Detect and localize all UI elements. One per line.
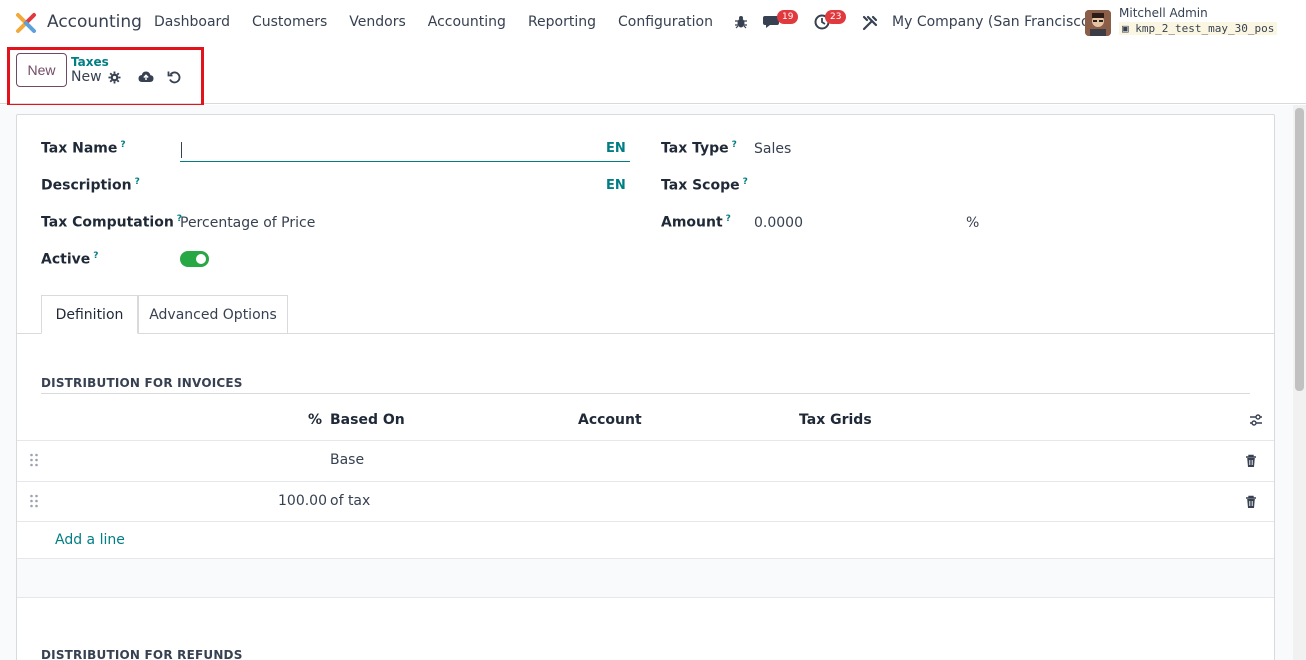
add-line-link[interactable]: Add a line (55, 532, 125, 548)
table-footer (17, 559, 1274, 597)
accounting-app-icon[interactable] (15, 12, 37, 34)
scrollbar-thumb[interactable] (1295, 108, 1304, 391)
table-row-divider (17, 597, 1274, 598)
menu-customers[interactable]: Customers (241, 14, 338, 30)
column-settings-icon[interactable] (1249, 413, 1263, 427)
tax-scope-label-text: Tax Scope (661, 177, 740, 194)
tab-definition[interactable]: Definition (41, 295, 138, 334)
description-label-text: Description (41, 177, 132, 194)
menu-reporting[interactable]: Reporting (517, 14, 607, 30)
invoices-section-title: DISTRIBUTION FOR INVOICES (41, 376, 243, 390)
active-toggle[interactable] (180, 251, 209, 267)
menu-dashboard[interactable]: Dashboard (143, 14, 241, 30)
help-icon[interactable]: ? (732, 140, 737, 150)
help-icon[interactable]: ? (135, 177, 140, 187)
text-cursor (181, 142, 182, 158)
tax-name-lang-button[interactable]: EN (606, 141, 626, 156)
messages-badge: 19 (777, 10, 799, 24)
cell-based-on[interactable]: Base (330, 452, 364, 468)
main-menu: Dashboard Customers Vendors Accounting R… (143, 14, 724, 30)
drag-handle-icon[interactable] (29, 453, 39, 467)
tax-computation-label-text: Tax Computation (41, 214, 174, 231)
menu-vendors[interactable]: Vendors (338, 14, 416, 30)
menu-accounting[interactable]: Accounting (417, 14, 517, 30)
column-tax-grids[interactable]: Tax Grids (799, 412, 872, 428)
tax-scope-select[interactable] (754, 172, 1234, 198)
tab-advanced-options[interactable]: Advanced Options (138, 295, 288, 334)
amount-label: Amount? (661, 214, 731, 231)
bug-icon[interactable] (734, 15, 748, 29)
help-icon[interactable]: ? (743, 177, 748, 187)
user-name[interactable]: Mitchell Admin (1119, 6, 1208, 20)
help-icon[interactable]: ? (93, 251, 98, 261)
tax-computation-select[interactable]: Percentage of Price (180, 215, 315, 231)
help-icon[interactable]: ? (726, 214, 731, 224)
tax-name-label-text: Tax Name (41, 140, 118, 157)
refunds-section-title: DISTRIBUTION FOR REFUNDS (41, 648, 243, 660)
cell-based-on[interactable]: of tax (330, 493, 370, 509)
tax-name-input[interactable] (180, 140, 630, 162)
database-label: kmp_2_test_may_30_pos (1135, 22, 1275, 35)
active-label: Active? (41, 251, 98, 268)
tax-type-label: Tax Type? (661, 140, 737, 157)
drag-handle-icon[interactable] (29, 494, 39, 508)
company-switcher[interactable]: My Company (San Francisco) (892, 14, 1095, 30)
amount-label-text: Amount (661, 214, 723, 231)
amount-input[interactable]: 0.0000 (754, 215, 803, 231)
column-based-on[interactable]: Based On (330, 412, 405, 428)
amount-unit: % (966, 215, 980, 231)
trash-icon[interactable] (1245, 495, 1257, 509)
tax-computation-label: Tax Computation? (41, 214, 182, 231)
top-navbar: Accounting Dashboard Customers Vendors A… (0, 0, 1306, 46)
database-name: ▣ kmp_2_test_may_30_pos (1119, 22, 1278, 35)
table-row-divider (17, 521, 1274, 522)
tax-type-label-text: Tax Type (661, 140, 729, 157)
column-account[interactable]: Account (578, 412, 642, 428)
table-row[interactable] (17, 441, 1274, 481)
table-row[interactable] (17, 482, 1274, 522)
activities-badge: 23 (825, 10, 847, 24)
tax-type-select[interactable]: Sales (754, 141, 791, 157)
description-label: Description? (41, 177, 140, 194)
tools-icon[interactable] (862, 15, 878, 31)
tax-scope-label: Tax Scope? (661, 177, 748, 194)
trash-icon[interactable] (1245, 454, 1257, 468)
highlight-box (7, 47, 204, 107)
tax-name-label: Tax Name? (41, 140, 126, 157)
column-percent[interactable]: % (308, 412, 322, 428)
section-rule (41, 393, 1250, 394)
cell-percent[interactable]: 100.00 (278, 493, 327, 509)
menu-configuration[interactable]: Configuration (607, 14, 724, 30)
app-name[interactable]: Accounting (47, 12, 142, 32)
help-icon[interactable]: ? (120, 140, 125, 150)
description-lang-button[interactable]: EN (606, 178, 626, 193)
active-label-text: Active (41, 251, 91, 268)
user-avatar[interactable] (1085, 10, 1111, 36)
